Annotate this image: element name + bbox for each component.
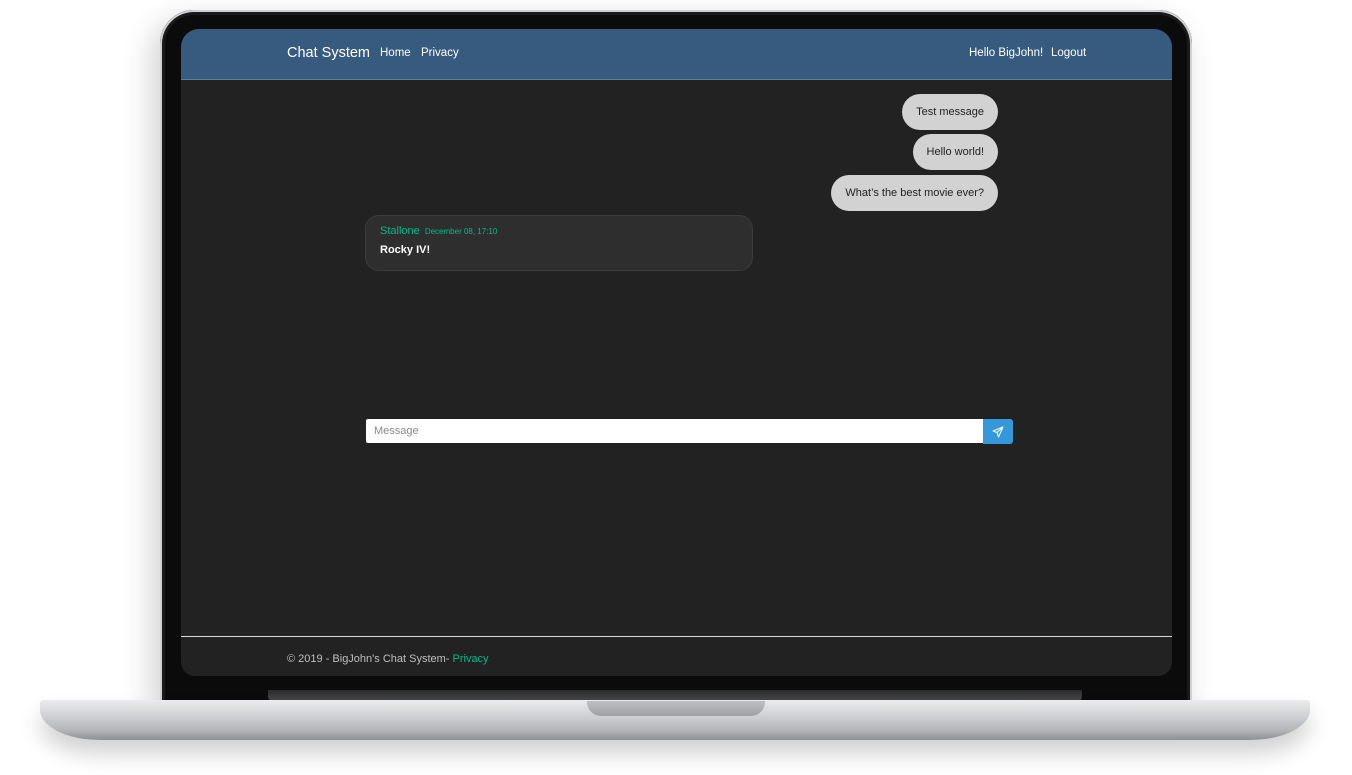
incoming-message-text: Rocky IV! — [380, 244, 431, 256]
message-input[interactable] — [366, 419, 983, 443]
copyright-text: © 2019 - BigJohn's Chat System- — [287, 653, 453, 665]
message-timestamp: December 08, 17:10 — [424, 227, 498, 236]
logout-link[interactable]: Logout — [1051, 47, 1086, 59]
laptop-screen: Chat System Home Privacy Hello BigJohn! … — [181, 29, 1172, 676]
send-button[interactable] — [983, 419, 1013, 444]
footer: © 2019 - BigJohn's Chat System- Privacy — [181, 636, 1172, 676]
message-meta: Stallone December 08, 17:10 — [380, 225, 497, 237]
outgoing-message: What’s the best movie ever? — [831, 175, 998, 211]
sender-name: Stallone — [380, 225, 420, 237]
footer-text: © 2019 - BigJohn's Chat System- Privacy — [287, 653, 489, 665]
nav-link-home[interactable]: Home — [380, 47, 411, 59]
laptop-notch — [587, 701, 765, 716]
footer-privacy-link[interactable]: Privacy — [453, 653, 489, 665]
navbar: Chat System Home Privacy Hello BigJohn! … — [181, 29, 1172, 80]
paper-plane-icon — [992, 426, 1004, 437]
outgoing-message: Hello world! — [912, 134, 998, 170]
outgoing-message: Test message — [902, 94, 998, 130]
navbar-brand[interactable]: Chat System — [287, 45, 370, 61]
nav-link-privacy[interactable]: Privacy — [421, 47, 459, 59]
user-greeting[interactable]: Hello BigJohn! — [969, 47, 1043, 59]
incoming-message: Stallone December 08, 17:10 Rocky IV! — [365, 215, 753, 271]
